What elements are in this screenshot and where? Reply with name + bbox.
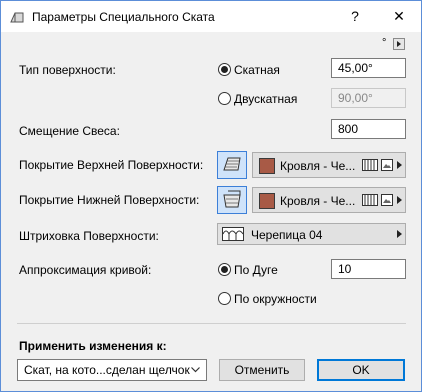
top-surface-override-button[interactable] bbox=[217, 151, 247, 179]
radio-slope[interactable] bbox=[218, 63, 231, 76]
radio-by-arc-label[interactable]: По Дуге bbox=[234, 263, 278, 277]
bottom-surface-override-button[interactable] bbox=[217, 186, 247, 214]
top-surface-swatch bbox=[259, 158, 275, 174]
bottom-surface-swatch bbox=[259, 193, 275, 209]
arc-segments-field[interactable]: 10 bbox=[331, 259, 406, 279]
top-surface-material-name: Кровля - Че... bbox=[280, 159, 356, 173]
triangle-right-icon bbox=[397, 41, 401, 47]
hatch-pattern-icon bbox=[222, 227, 244, 241]
cancel-button[interactable]: Отменить bbox=[219, 359, 305, 381]
close-button[interactable]: ✕ bbox=[377, 1, 421, 32]
slope-angle-field[interactable]: 45,00° bbox=[331, 58, 406, 78]
triangle-right-icon bbox=[397, 230, 402, 238]
triangle-right-icon bbox=[397, 196, 402, 204]
image-icon bbox=[381, 194, 393, 206]
top-surface-material-picker[interactable]: Кровля - Че... bbox=[252, 152, 406, 178]
radio-by-circle-label[interactable]: По окружности bbox=[234, 292, 317, 306]
bottom-surface-label: Покрытие Нижней Поверхности: bbox=[19, 193, 200, 207]
radio-by-circle[interactable] bbox=[218, 292, 231, 305]
bottom-surface-material-name: Кровля - Че... bbox=[280, 194, 356, 208]
chevron-down-icon bbox=[191, 367, 200, 373]
top-surface-label: Покрытие Верхней Поверхности: bbox=[19, 158, 204, 172]
surface-hatch-picker[interactable]: Черепица 04 bbox=[217, 223, 406, 245]
eave-offset-label: Смещение Свеса: bbox=[19, 124, 120, 138]
surface-paint-icon bbox=[223, 157, 241, 171]
settings-expand-button[interactable] bbox=[393, 38, 405, 50]
curve-approx-label: Аппроксимация кривой: bbox=[19, 263, 152, 277]
double-slope-angle-field: 90,00° bbox=[331, 88, 406, 108]
footer-separator bbox=[17, 323, 406, 324]
texture-grid-icon bbox=[362, 194, 378, 206]
eave-offset-field[interactable]: 800 bbox=[331, 119, 406, 139]
apply-to-value: Скат, на кото...сделан щелчок bbox=[24, 363, 190, 377]
surface-paint-icon bbox=[223, 190, 241, 208]
radio-slope-label[interactable]: Скатная bbox=[234, 63, 280, 77]
surface-hatch-label: Штриховка Поверхности: bbox=[19, 229, 159, 243]
surface-type-label: Тип поверхности: bbox=[19, 63, 116, 77]
ok-button[interactable]: OK bbox=[317, 359, 405, 381]
triangle-right-icon bbox=[397, 161, 402, 169]
roof-app-icon bbox=[10, 12, 24, 23]
texture-grid-icon bbox=[362, 159, 378, 171]
surface-hatch-value: Черепица 04 bbox=[251, 228, 323, 242]
dialog-title: Параметры Специального Ската bbox=[32, 10, 215, 24]
radio-by-arc[interactable] bbox=[218, 263, 231, 276]
help-button[interactable]: ? bbox=[333, 1, 377, 32]
radio-double-slope[interactable] bbox=[218, 92, 231, 105]
radio-double-slope-label[interactable]: Двускатная bbox=[234, 92, 297, 106]
dialog-window: Параметры Специального Ската ? ✕ ° Тип п… bbox=[0, 0, 422, 392]
image-icon bbox=[381, 159, 393, 171]
bottom-surface-material-picker[interactable]: Кровля - Че... bbox=[252, 187, 406, 213]
apply-to-label: Применить изменения к: bbox=[19, 339, 167, 353]
title-bar[interactable]: Параметры Специального Ската ? ✕ bbox=[1, 1, 421, 32]
settings-dot-icon: ° bbox=[382, 37, 387, 49]
apply-to-dropdown[interactable]: Скат, на кото...сделан щелчок bbox=[17, 359, 207, 381]
